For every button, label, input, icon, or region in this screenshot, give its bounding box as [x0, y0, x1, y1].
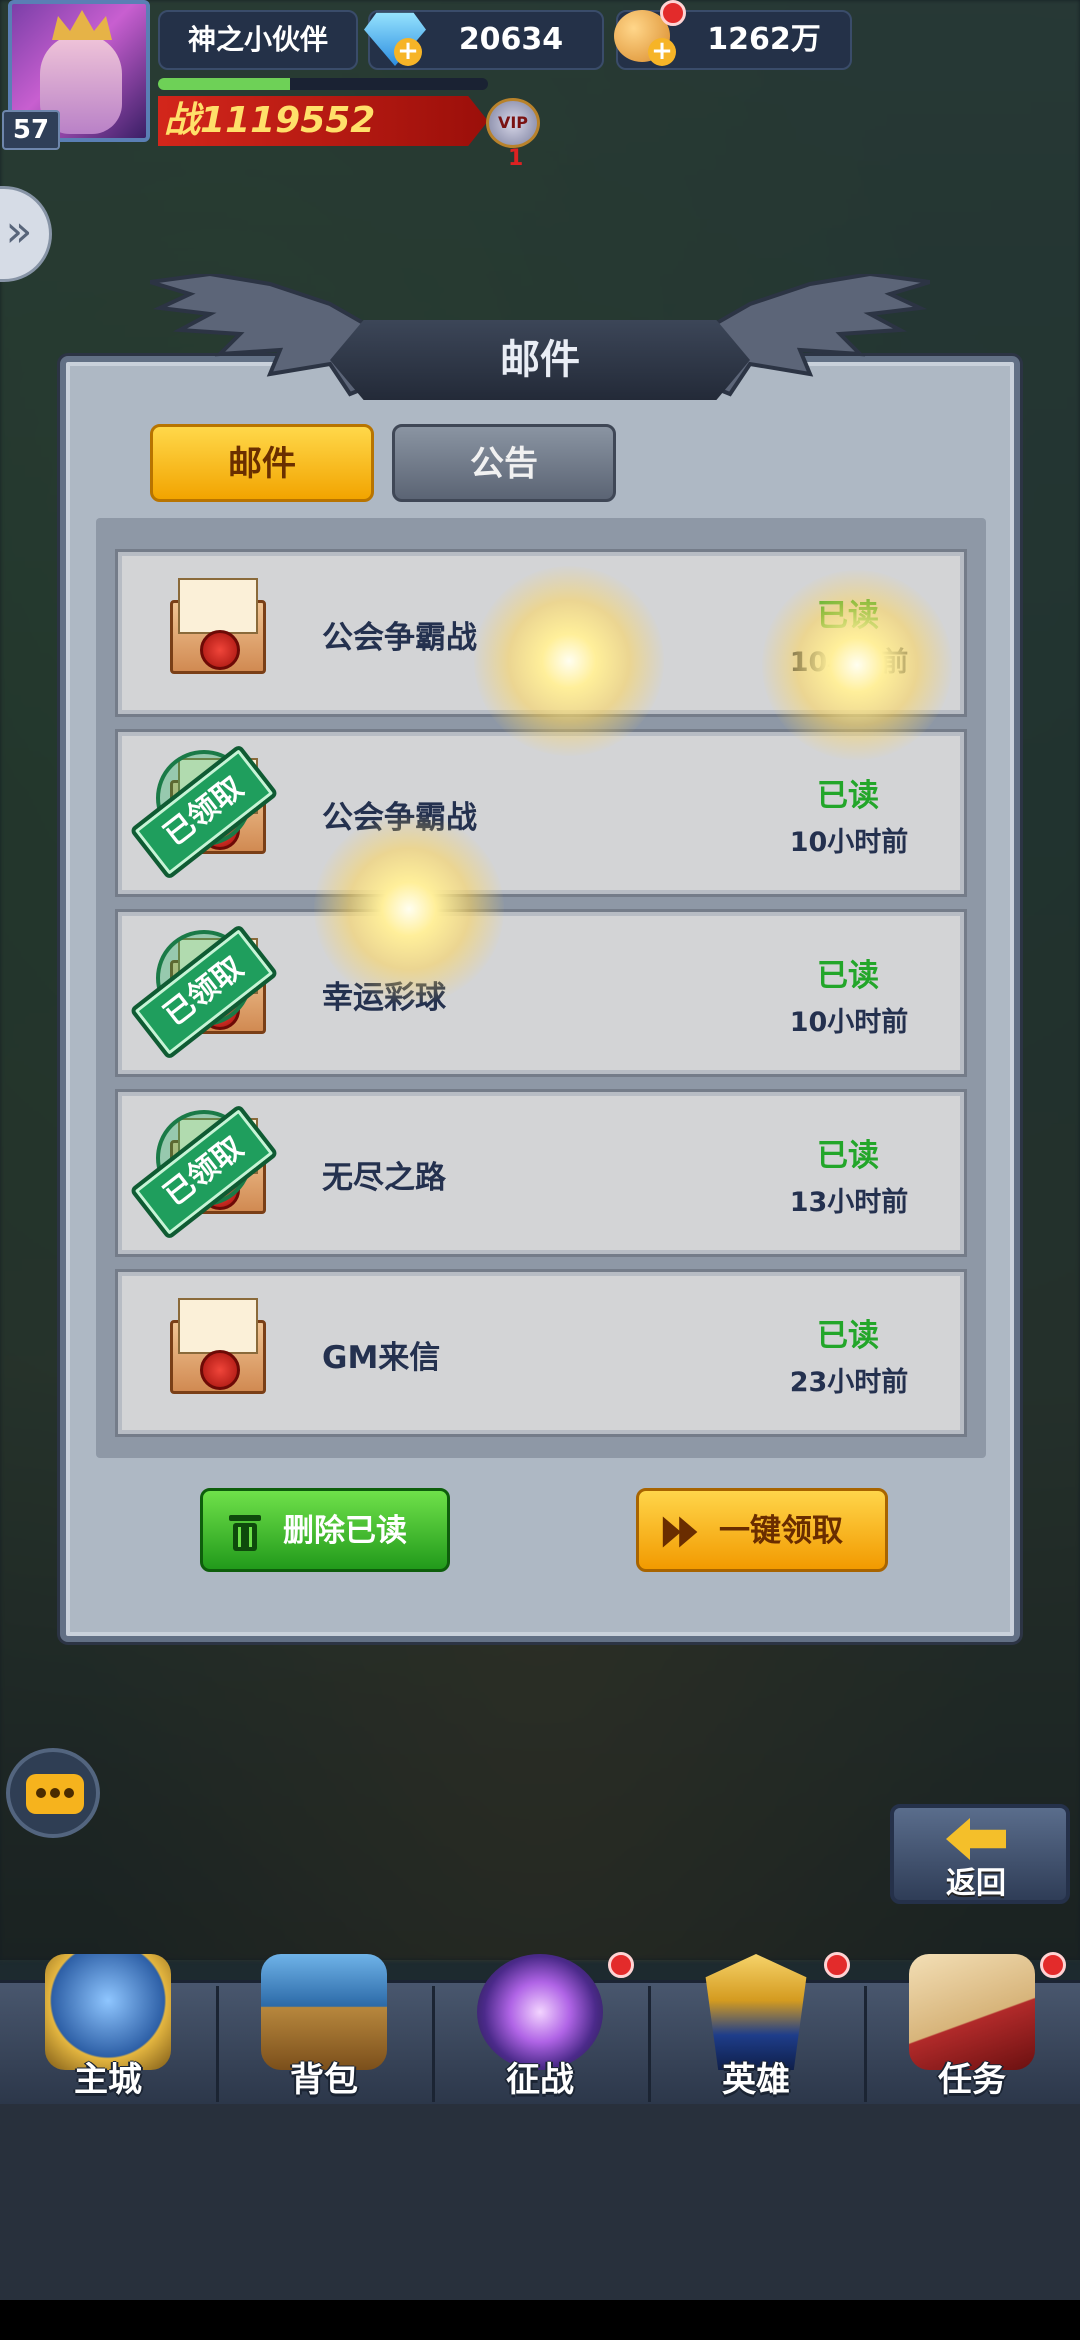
system-navigation-bar — [0, 2300, 1080, 2340]
avatar-crown — [52, 10, 112, 40]
dialog-title: 邮件 — [330, 320, 750, 400]
mail-title: 公会争霸战 — [322, 620, 477, 656]
delete-read-button[interactable]: 删除已读 — [200, 1488, 450, 1572]
mail-title: 幸运彩球 — [322, 980, 446, 1016]
double-chevron-right-icon: » — [5, 206, 33, 257]
nav-label: 英雄 — [722, 2060, 790, 2100]
delete-read-label: 删除已读 — [283, 1513, 407, 1549]
nav-badge-dot — [824, 1952, 850, 1978]
mail-item[interactable]: 已领取 无尽之路 已读 13小时前 — [118, 1092, 964, 1254]
back-label: 返回 — [946, 1866, 1006, 1901]
chat-bubble-icon — [26, 1774, 84, 1814]
back-button[interactable]: 返回 — [890, 1804, 1070, 1904]
mail-item[interactable]: 已领取 幸运彩球 已读 10小时前 — [118, 912, 964, 1074]
combat-power: 战1119552 — [158, 96, 488, 146]
mail-item[interactable]: GM来信 已读 23小时前 — [118, 1272, 964, 1434]
nav-badge-dot — [608, 1952, 634, 1978]
mail-item[interactable]: 公会争霸战 已读 10小时前 — [118, 552, 964, 714]
mail-time: 10小时前 — [789, 827, 909, 858]
mail-item[interactable]: 已领取 公会争霸战 已读 10小时前 — [118, 732, 964, 894]
gold-amount: 1262万 — [707, 22, 821, 57]
claim-all-button[interactable]: 一键领取 — [636, 1488, 888, 1572]
nav-label: 主城 — [74, 2060, 142, 2100]
nav-label: 任务 — [938, 2060, 1006, 2100]
nav-badge-dot — [1040, 1952, 1066, 1978]
tab-announcements[interactable]: 公告 — [392, 424, 616, 502]
vip-label: VIP — [486, 98, 540, 148]
diamond-amount: 20634 — [458, 22, 564, 57]
vip-level: 1 — [508, 146, 524, 171]
mail-title: 公会争霸战 — [322, 800, 477, 836]
mail-status: 已读 — [817, 1318, 879, 1354]
nav-main-city[interactable]: 主城 — [0, 1948, 216, 2108]
mail-time: 10小时前 — [789, 1007, 909, 1038]
add-gold-icon[interactable]: + — [648, 38, 676, 66]
exp-bar — [158, 78, 488, 90]
claim-all-label: 一键领取 — [719, 1513, 843, 1549]
vip-badge[interactable]: VIP 1 — [478, 88, 548, 171]
mail-time: 13小时前 — [789, 1187, 909, 1218]
mail-time: 10小时前 — [789, 647, 909, 678]
power-prefix: 战 — [164, 100, 201, 141]
tab-mail[interactable]: 邮件 — [150, 424, 374, 502]
mail-title: 无尽之路 — [322, 1160, 446, 1196]
power-value: 1119552 — [200, 100, 376, 141]
footer-area — [0, 2104, 1080, 2300]
envelope-icon — [164, 574, 274, 694]
nav-backpack[interactable]: 背包 — [216, 1948, 432, 2108]
mail-status: 已读 — [817, 598, 879, 634]
nav-campaign[interactable]: 征战 — [432, 1948, 648, 2108]
nav-heroes[interactable]: 英雄 — [648, 1948, 864, 2108]
trash-icon — [229, 1515, 261, 1551]
player-name: 神之小伙伴 — [158, 10, 358, 70]
mail-status: 已读 — [817, 958, 879, 994]
nav-label: 背包 — [290, 2060, 358, 2100]
player-level-badge: 57 — [2, 110, 60, 150]
exp-bar-fill — [158, 78, 290, 90]
mail-title: GM来信 — [322, 1340, 441, 1376]
mail-status: 已读 — [817, 1138, 879, 1174]
add-diamonds-icon[interactable]: + — [394, 38, 422, 66]
fast-forward-icon — [662, 1516, 698, 1548]
nav-quests[interactable]: 任务 — [864, 1948, 1080, 2108]
mail-time: 23小时前 — [789, 1367, 909, 1398]
envelope-icon — [164, 1294, 274, 1414]
chat-button[interactable] — [6, 1748, 100, 1838]
back-arrow-icon — [946, 1818, 1006, 1860]
nav-label: 征战 — [506, 2060, 574, 2100]
mail-status: 已读 — [817, 778, 879, 814]
gold-notification-dot — [660, 0, 686, 26]
